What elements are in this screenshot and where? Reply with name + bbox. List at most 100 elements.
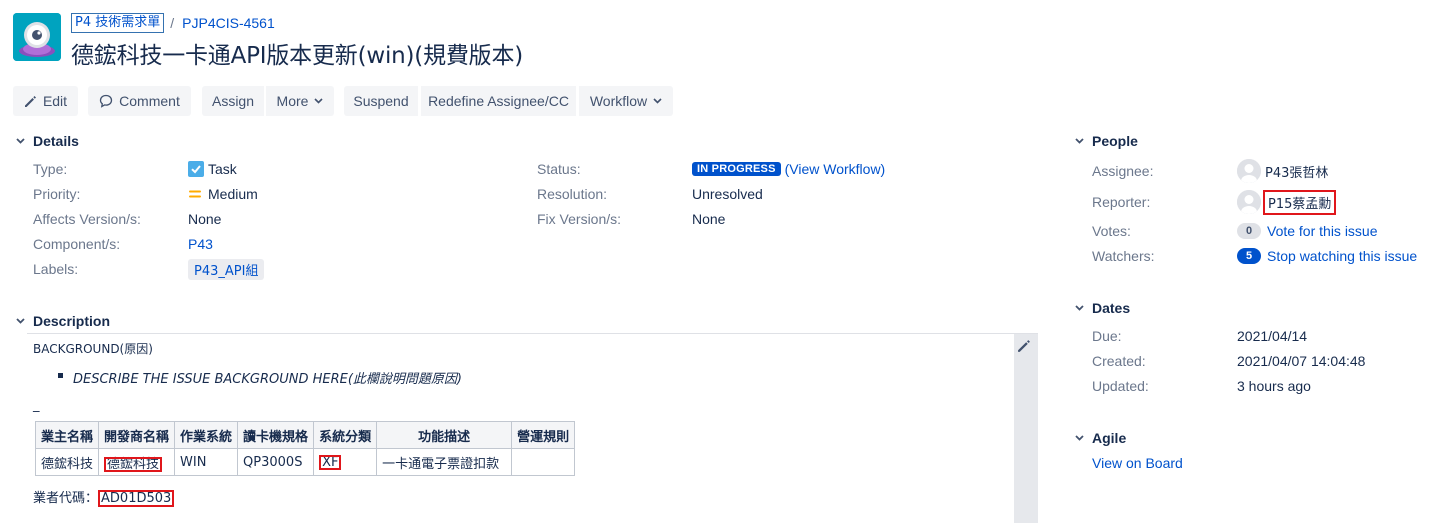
workflow-button[interactable]: Workflow (579, 86, 673, 116)
table-cell: 德鋐科技 (98, 448, 176, 476)
assignee-name: P43張哲林 (1265, 165, 1329, 181)
dates-section-toggle[interactable]: Dates (1072, 300, 1130, 316)
vendor-code-label: 業者代碼： (33, 491, 99, 506)
watchers-label: Watchers: (1092, 248, 1155, 264)
assignee-label: Assignee: (1092, 163, 1154, 179)
type-text: Task (208, 161, 237, 177)
issue-summary[interactable]: 德鋐科技一卡通API版本更新(win)(規費版本) (71, 36, 523, 70)
label-tag[interactable]: P43_API組 (188, 259, 265, 280)
votes-label: Votes: (1092, 223, 1131, 239)
priority-value: Medium (188, 186, 258, 202)
comment-icon (99, 94, 113, 108)
breadcrumb-separator: / (170, 15, 175, 31)
labels-label: Labels: (33, 261, 79, 277)
agile-section-toggle[interactable]: Agile (1072, 430, 1126, 446)
project-avatar-icon[interactable] (13, 13, 61, 61)
chevron-down-icon (13, 134, 27, 148)
workflow-label: Workflow (589, 93, 648, 109)
chevron-down-icon (1072, 431, 1086, 445)
view-on-board-link[interactable]: View on Board (1092, 455, 1183, 471)
suspend-button[interactable]: Suspend (344, 86, 418, 116)
dates-heading: Dates (1092, 300, 1131, 316)
fix-version-value: None (692, 211, 726, 227)
description-heading: Description (33, 313, 111, 329)
assign-button[interactable]: Assign (202, 86, 264, 116)
highlighted-system-class: XF (319, 454, 342, 470)
more-button[interactable]: More (266, 86, 334, 116)
vendor-table: 業主名稱 開發商名稱 作業系統 讀卡機規格 系統分類 功能描述 營運規則 德鋐科… (34, 421, 576, 476)
chevron-down-icon (1072, 134, 1086, 148)
table-cell: WIN (174, 448, 239, 476)
priority-label: Priority: (33, 186, 81, 202)
status-lozenge: IN PROGRESS (692, 162, 781, 176)
pencil-icon (24, 95, 37, 108)
agile-heading: Agile (1092, 430, 1127, 446)
bullet-marker (58, 373, 63, 378)
table-header-cell: 功能描述 (376, 421, 513, 449)
edit-label: Edit (42, 93, 68, 109)
table-cell: XF (313, 448, 378, 476)
task-checkbox-icon (188, 161, 204, 177)
chevron-down-icon (1072, 301, 1086, 315)
reporter-label: Reporter: (1092, 194, 1151, 210)
component-link[interactable]: P43 (188, 236, 213, 252)
edit-button[interactable]: Edit (13, 86, 78, 116)
resolution-value: Unresolved (692, 186, 763, 202)
affects-version-label: Affects Version/s: (33, 211, 141, 227)
created-label: Created: (1092, 353, 1146, 369)
user-avatar-icon (1237, 190, 1261, 214)
type-value: Task (188, 161, 237, 177)
table-header-cell: 讀卡機規格 (237, 421, 315, 449)
redefine-assignee-button[interactable]: Redefine Assignee/CC (421, 86, 576, 116)
breadcrumb: P4 技術需求單 / PJP4CIS-4561 (71, 13, 275, 33)
pencil-icon[interactable] (1017, 339, 1031, 353)
people-heading: People (1092, 133, 1138, 149)
table-header-row: 業主名稱 開發商名稱 作業系統 讀卡機規格 系統分類 功能描述 營運規則 (34, 421, 576, 449)
created-value: 2021/04/07 14:04:48 (1237, 353, 1366, 369)
labels-value: P43_API組 (188, 259, 265, 280)
breadcrumb-project-link[interactable]: P4 技術需求單 (71, 13, 165, 33)
fix-version-label: Fix Version/s: (537, 211, 622, 227)
updated-label: Updated: (1092, 378, 1149, 394)
table-header-cell: 系統分類 (313, 421, 378, 449)
user-avatar-icon (1237, 159, 1261, 183)
details-heading: Details (33, 133, 79, 149)
people-section-toggle[interactable]: People (1072, 133, 1138, 149)
details-section-toggle[interactable]: Details (13, 133, 79, 149)
status-label: Status: (537, 161, 581, 177)
vendor-code-line: 業者代碼： AD01D503 (33, 487, 175, 507)
view-workflow-link[interactable]: (View Workflow) (785, 161, 886, 177)
table-header-cell: 作業系統 (174, 421, 239, 449)
vendor-code-value: AD01D503 (98, 490, 175, 507)
resolution-label: Resolution: (537, 186, 608, 202)
comment-button[interactable]: Comment (88, 86, 191, 116)
watchers-count-badge: 5 (1237, 248, 1261, 264)
table-cell: 德鋐科技 (34, 448, 100, 476)
background-bullet: DESCRIBE THE ISSUE BACKGROUND HERE(此欄說明問… (73, 372, 462, 387)
reporter-name: P15蔡孟勳 (1262, 189, 1337, 215)
chevron-down-icon (653, 98, 662, 104)
type-label: Type: (33, 161, 68, 177)
description-scrollbar[interactable] (1014, 334, 1038, 523)
separator-dash: _ (33, 398, 40, 413)
table-cell: 一卡通電子票證扣款 (376, 448, 513, 476)
table-header-cell: 營運規則 (511, 421, 576, 449)
table-header-cell: 業主名稱 (34, 421, 100, 449)
chevron-down-icon (13, 314, 27, 328)
affects-version-value: None (188, 211, 222, 227)
votes-value: 0 Vote for this issue (1237, 223, 1378, 239)
due-value: 2021/04/14 (1237, 328, 1308, 344)
issue-key-link[interactable]: PJP4CIS-4561 (182, 15, 275, 31)
background-heading: BACKGROUND(原因) (33, 342, 153, 356)
highlighted-developer: 德鋐科技 (104, 456, 163, 472)
description-section-toggle[interactable]: Description (13, 313, 110, 329)
more-label: More (276, 93, 309, 109)
updated-value: 3 hours ago (1237, 378, 1311, 394)
due-label: Due: (1092, 328, 1122, 344)
assignee-value[interactable]: P43張哲林 (1237, 159, 1328, 183)
priority-text: Medium (208, 186, 258, 202)
reporter-value[interactable]: P15蔡孟勳 (1237, 189, 1337, 215)
stop-watching-link[interactable]: Stop watching this issue (1267, 248, 1417, 264)
vote-link[interactable]: Vote for this issue (1267, 223, 1378, 239)
priority-medium-icon (188, 187, 202, 201)
